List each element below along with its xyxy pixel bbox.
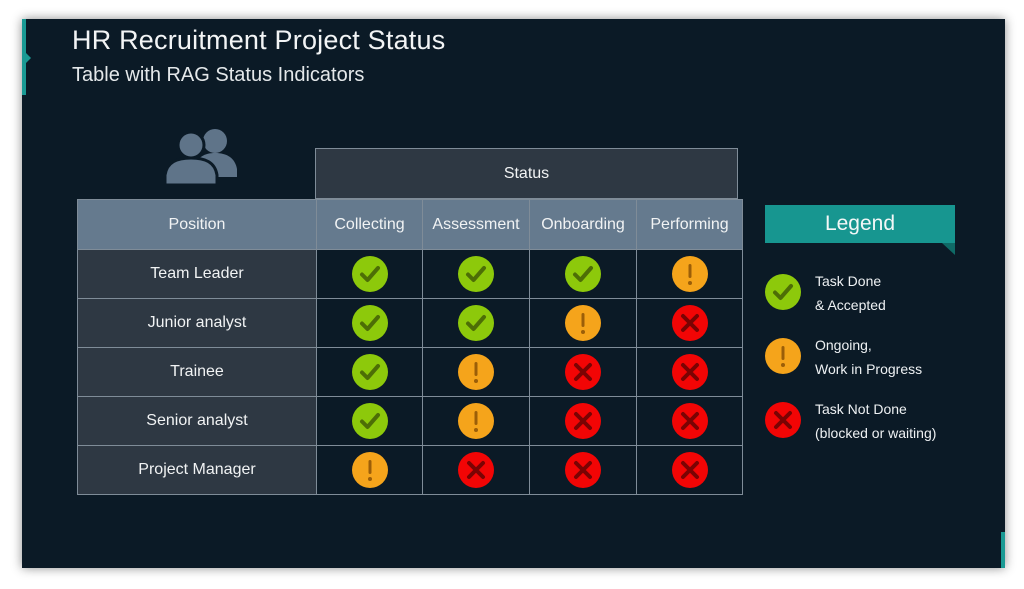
legend-label-line1: Ongoing, bbox=[815, 337, 872, 353]
table-row: Senior analyst bbox=[77, 396, 743, 446]
check-icon bbox=[351, 354, 388, 390]
table-row: Team Leader bbox=[77, 249, 743, 299]
exclamation-icon bbox=[565, 305, 601, 341]
exclamation-icon bbox=[671, 256, 708, 292]
status-cell bbox=[636, 445, 743, 495]
exclamation-icon bbox=[765, 338, 801, 374]
left-accent-notch bbox=[26, 53, 31, 63]
exclamation-icon bbox=[351, 452, 388, 488]
status-cell bbox=[422, 445, 530, 495]
check-icon bbox=[458, 305, 494, 341]
status-cell bbox=[636, 396, 743, 446]
x-icon bbox=[671, 452, 708, 488]
legend-label-line2: & Accepted bbox=[815, 297, 886, 313]
status-cell bbox=[529, 249, 637, 299]
slide: HR Recruitment Project Status Table with… bbox=[22, 19, 1005, 568]
legend-label-line2: Work in Progress bbox=[815, 361, 923, 377]
column-header-onboarding: Onboarding bbox=[529, 199, 637, 250]
exclamation-icon bbox=[458, 354, 494, 390]
legend-banner-fold bbox=[942, 243, 955, 255]
status-cell bbox=[422, 347, 530, 397]
table-row: Trainee bbox=[77, 347, 743, 397]
status-cell bbox=[636, 298, 743, 348]
check-icon bbox=[351, 403, 388, 439]
status-table: Position Collecting Assessment Onboardin… bbox=[77, 199, 743, 495]
status-cell bbox=[422, 396, 530, 446]
people-icon bbox=[163, 129, 237, 185]
table-row: Project Manager bbox=[77, 445, 743, 495]
legend-label-line1: Task Not Done bbox=[815, 401, 907, 417]
status-cell bbox=[316, 298, 423, 348]
x-icon bbox=[671, 354, 708, 390]
x-icon bbox=[458, 452, 494, 488]
status-cell bbox=[316, 249, 423, 299]
status-cell bbox=[636, 347, 743, 397]
legend-item-not-done: Task Not Done (blocked or waiting) bbox=[765, 397, 936, 445]
legend-label-line2: (blocked or waiting) bbox=[815, 425, 937, 441]
status-cell bbox=[316, 347, 423, 397]
slide-title: HR Recruitment Project Status bbox=[72, 25, 446, 55]
check-icon bbox=[351, 256, 388, 292]
x-icon bbox=[565, 452, 601, 488]
column-header-assessment: Assessment bbox=[422, 199, 530, 250]
position-cell: Senior analyst bbox=[77, 396, 317, 446]
column-header-collecting: Collecting bbox=[316, 199, 423, 250]
right-accent-bar bbox=[1001, 532, 1005, 568]
table-header-row: Position Collecting Assessment Onboardin… bbox=[77, 199, 743, 250]
position-cell: Trainee bbox=[77, 347, 317, 397]
x-icon bbox=[765, 402, 801, 438]
column-header-performing: Performing bbox=[636, 199, 743, 250]
status-group-header: Status bbox=[315, 148, 738, 199]
status-cell bbox=[316, 445, 423, 495]
status-cell bbox=[529, 445, 637, 495]
x-icon bbox=[671, 305, 708, 341]
legend-item-ongoing: Ongoing, Work in Progress bbox=[765, 333, 922, 381]
status-cell bbox=[636, 249, 743, 299]
x-icon bbox=[565, 354, 601, 390]
position-cell: Team Leader bbox=[77, 249, 317, 299]
status-cell bbox=[422, 249, 530, 299]
legend-title: Legend bbox=[765, 205, 955, 243]
column-header-position: Position bbox=[77, 199, 317, 250]
x-icon bbox=[671, 403, 708, 439]
exclamation-icon bbox=[458, 403, 494, 439]
legend-item-done: Task Done & Accepted bbox=[765, 269, 886, 317]
table-row: Junior analyst bbox=[77, 298, 743, 348]
status-cell bbox=[529, 396, 637, 446]
slide-subtitle: Table with RAG Status Indicators bbox=[72, 64, 365, 86]
status-cell bbox=[529, 347, 637, 397]
status-cell bbox=[316, 396, 423, 446]
status-cell bbox=[529, 298, 637, 348]
x-icon bbox=[565, 403, 601, 439]
check-icon bbox=[458, 256, 494, 292]
check-icon bbox=[565, 256, 601, 292]
status-cell bbox=[422, 298, 530, 348]
check-icon bbox=[351, 305, 388, 341]
check-icon bbox=[765, 274, 801, 310]
position-cell: Project Manager bbox=[77, 445, 317, 495]
legend-label-line1: Task Done bbox=[815, 273, 882, 289]
position-cell: Junior analyst bbox=[77, 298, 317, 348]
